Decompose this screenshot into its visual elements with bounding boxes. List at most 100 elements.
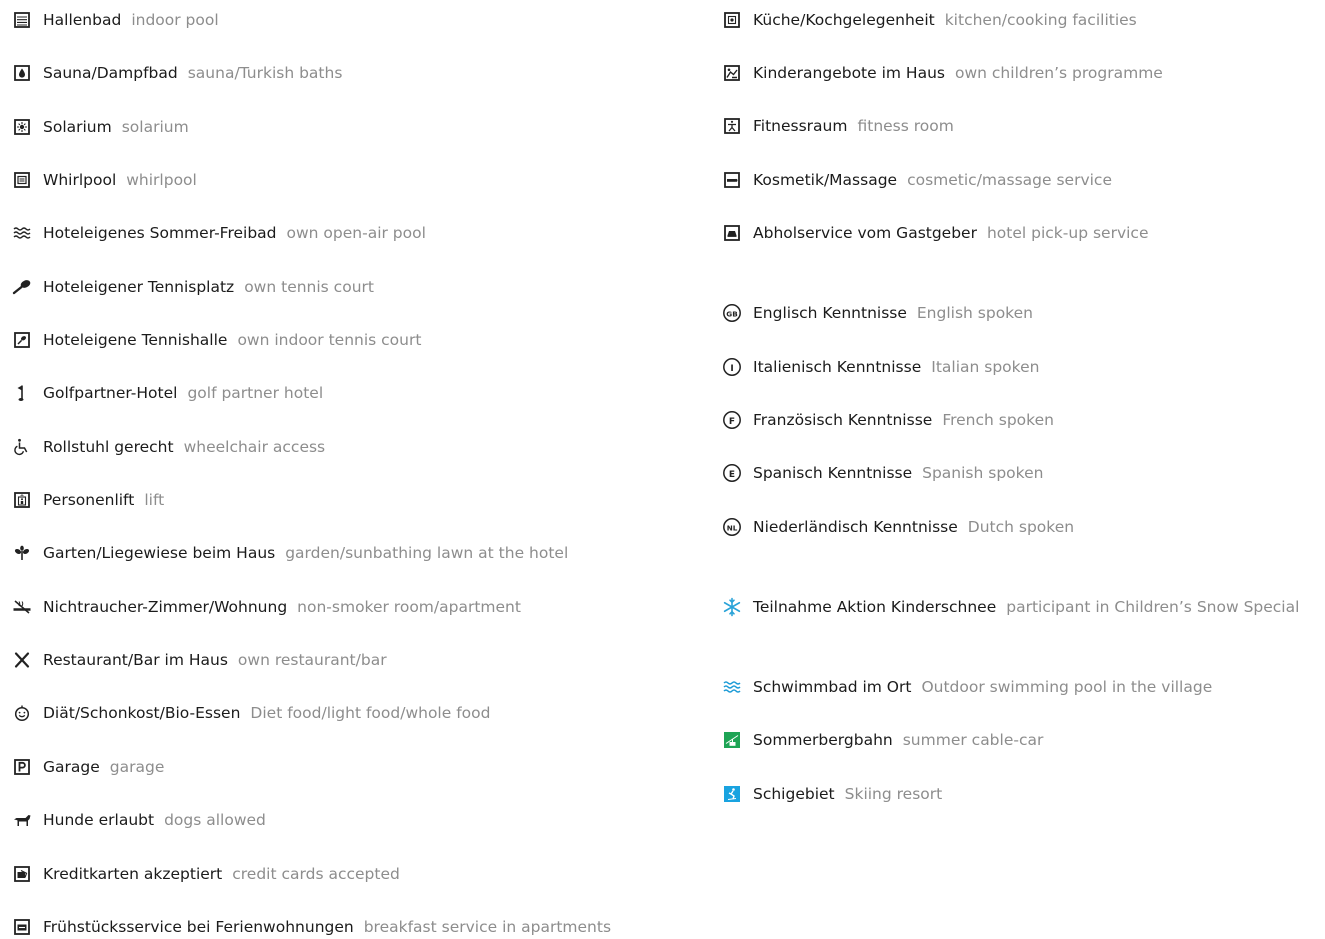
english-label: wheelchair access bbox=[183, 438, 326, 456]
legend-item: Diät/Schonkost/Bio-Essen Diet food/light … bbox=[10, 701, 490, 725]
german-label: Sauna/Dampfbad bbox=[43, 64, 178, 82]
english-label: summer cable-car bbox=[902, 731, 1044, 749]
english-label: kitchen/cooking facilities bbox=[944, 11, 1137, 29]
garden-icon bbox=[12, 543, 32, 563]
german-label: Spanisch Kenntnisse bbox=[753, 464, 913, 482]
english-label: dogs allowed bbox=[164, 811, 266, 829]
parking-icon bbox=[12, 757, 32, 777]
lift-icon bbox=[12, 490, 32, 510]
english-label: Italian spoken bbox=[931, 358, 1040, 376]
legend-item: Rollstuhl gerecht wheelchair access bbox=[10, 435, 325, 459]
dutch-badge-icon: NL bbox=[722, 517, 742, 537]
english-label: fitness room bbox=[857, 117, 954, 135]
solarium-icon bbox=[12, 117, 32, 137]
italian-badge-icon: I bbox=[722, 357, 742, 377]
english-label: French spoken bbox=[942, 411, 1054, 429]
credit-card-icon bbox=[12, 864, 32, 884]
english-label: cosmetic/massage service bbox=[907, 171, 1112, 189]
legend-item: Kinderangebote im Haus own children’s pro… bbox=[720, 61, 1163, 85]
german-label: Kreditkarten akzeptiert bbox=[43, 865, 223, 883]
svg-text:I: I bbox=[730, 364, 733, 374]
legend-item: Hoteleigener Tennisplatz own tennis court bbox=[10, 275, 374, 299]
legend-item: Hoteleigenes Sommer-Freibad own open-air … bbox=[10, 221, 426, 245]
legend-item: Sauna/Dampfbad sauna/Turkish baths bbox=[10, 61, 342, 85]
german-label: Restaurant/Bar im Haus bbox=[43, 651, 228, 669]
legend-item: I Italienisch Kenntnisse Italian spoken bbox=[720, 355, 1039, 379]
english-label: non-smoker room/apartment bbox=[297, 598, 521, 616]
spanish-badge-icon: E bbox=[722, 463, 742, 483]
german-label: Niederländisch Kenntnisse bbox=[753, 518, 958, 536]
german-label: Personenlift bbox=[43, 491, 135, 509]
legend-item: Restaurant/Bar im Haus own restaurant/bar bbox=[10, 648, 387, 672]
legend-item: Schigebiet Skiing resort bbox=[720, 782, 942, 806]
legend-item: Fitnessraum fitness room bbox=[720, 114, 954, 138]
legend-item: Kosmetik/Massage cosmetic/massage service bbox=[720, 168, 1112, 192]
english-label: garage bbox=[109, 758, 165, 776]
english-label: sauna/Turkish baths bbox=[187, 64, 343, 82]
legend-item: Sommerbergbahn summer cable-car bbox=[720, 728, 1043, 752]
english-label: own open-air pool bbox=[286, 224, 426, 242]
german-label: Fitnessraum bbox=[753, 117, 848, 135]
english-label: Diet food/light food/whole food bbox=[250, 704, 491, 722]
german-label: Hoteleigener Tennisplatz bbox=[43, 278, 235, 296]
restaurant-icon bbox=[12, 650, 32, 670]
english-label: Dutch spoken bbox=[967, 518, 1075, 536]
legend-item: Solarium solarium bbox=[10, 115, 189, 139]
german-label: Englisch Kenntnisse bbox=[753, 304, 907, 322]
legend-item: Kreditkarten akzeptiert credit cards acce… bbox=[10, 862, 400, 886]
skier-icon bbox=[722, 784, 742, 804]
german-label: Hallenbad bbox=[43, 11, 122, 29]
german-label: Teilnahme Aktion Kinderschnee bbox=[753, 598, 997, 616]
english-badge-icon: GB bbox=[722, 303, 742, 323]
french-badge-icon: F bbox=[722, 410, 742, 430]
children-programme-icon bbox=[722, 63, 742, 83]
cable-car-icon bbox=[722, 730, 742, 750]
legend-item: NL Niederländisch Kenntnisse Dutch spoken bbox=[720, 515, 1074, 539]
legend-item: Garten/Liegewiese beim Haus garden/sunbat… bbox=[10, 541, 568, 565]
kitchen-icon bbox=[722, 10, 742, 30]
german-label: Schwimmbad im Ort bbox=[753, 678, 912, 696]
fitness-icon bbox=[722, 116, 742, 136]
english-label: garden/sunbathing lawn at the hotel bbox=[285, 544, 569, 562]
legend-item: Golfpartner-Hotel golf partner hotel bbox=[10, 381, 323, 405]
german-label: Französisch Kenntnisse bbox=[753, 411, 933, 429]
english-label: own restaurant/bar bbox=[237, 651, 387, 669]
english-label: whirlpool bbox=[126, 171, 197, 189]
breakfast-icon bbox=[12, 917, 32, 937]
english-label: participant in Children’s Snow Special bbox=[1006, 598, 1300, 616]
german-label: Hunde erlaubt bbox=[43, 811, 155, 829]
german-label: Nichtraucher-Zimmer/Wohnung bbox=[43, 598, 288, 616]
english-label: hotel pick-up service bbox=[986, 224, 1149, 242]
english-label: own tennis court bbox=[244, 278, 374, 296]
english-label: indoor pool bbox=[131, 11, 219, 29]
german-label: Garten/Liegewiese beim Haus bbox=[43, 544, 276, 562]
svg-text:GB: GB bbox=[726, 309, 737, 318]
village-pool-icon bbox=[722, 677, 742, 697]
svg-text:NL: NL bbox=[727, 523, 738, 532]
english-label: English spoken bbox=[916, 304, 1033, 322]
no-smoking-icon bbox=[12, 597, 32, 617]
legend-item: Frühstücksservice bei Ferienwohnungen bre… bbox=[10, 915, 611, 939]
tennis-court-icon bbox=[12, 277, 32, 297]
indoor-tennis-icon bbox=[12, 330, 32, 350]
legend-item: Küche/Kochgelegenheit kitchen/cooking fac… bbox=[720, 8, 1137, 32]
english-label: golf partner hotel bbox=[187, 384, 324, 402]
english-label: credit cards accepted bbox=[232, 865, 400, 883]
german-label: Hoteleigene Tennishalle bbox=[43, 331, 228, 349]
legend-item: F Französisch Kenntnisse French spoken bbox=[720, 408, 1054, 432]
snowflake-icon bbox=[722, 597, 742, 617]
english-label: Skiing resort bbox=[844, 785, 943, 803]
german-label: Frühstücksservice bei Ferienwohnungen bbox=[43, 918, 354, 936]
wheelchair-icon bbox=[12, 437, 32, 457]
golf-flag-icon bbox=[12, 383, 32, 403]
english-label: breakfast service in apartments bbox=[363, 918, 612, 936]
german-label: Hoteleigenes Sommer-Freibad bbox=[43, 224, 277, 242]
english-label: own indoor tennis court bbox=[237, 331, 422, 349]
german-label: Garage bbox=[43, 758, 100, 776]
legend-item: Garage garage bbox=[10, 755, 164, 779]
sauna-icon bbox=[12, 63, 32, 83]
diet-food-icon bbox=[12, 703, 32, 723]
svg-text:F: F bbox=[729, 417, 735, 427]
english-label: lift bbox=[144, 491, 165, 509]
german-label: Diät/Schonkost/Bio-Essen bbox=[43, 704, 241, 722]
